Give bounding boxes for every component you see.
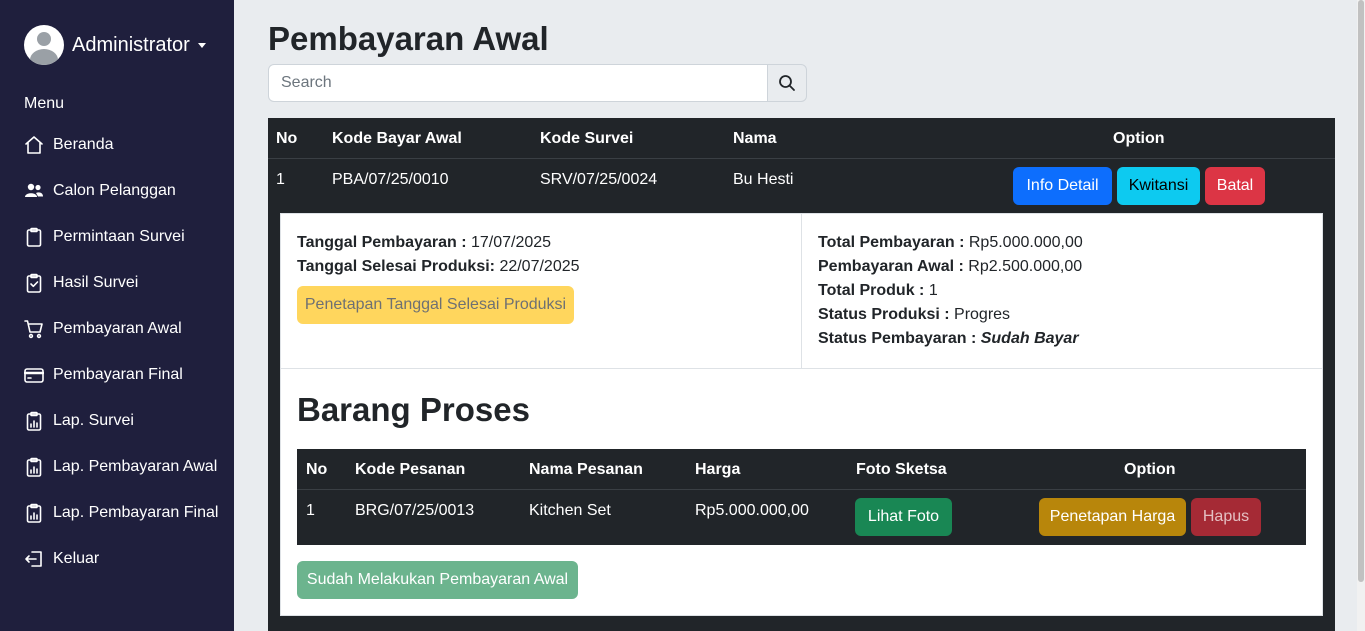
kwitansi-button[interactable]: Kwitansi [1117, 167, 1200, 205]
cell-kode-bayar-awal: PBA/07/25/0010 [332, 171, 449, 188]
column-header-kode-bayar-awal: Kode Bayar Awal [332, 130, 462, 147]
sidebar-item-beranda[interactable]: Beranda [0, 122, 234, 168]
menu-title: Menu [24, 95, 65, 112]
column-header-no: No [306, 461, 328, 478]
pembayaran-awal: Pembayaran Awal : Rp2.500.000,00 [818, 258, 1083, 275]
cell-kode-pesanan: BRG/07/25/0013 [355, 502, 475, 519]
column-header-harga: Harga [695, 461, 741, 478]
status-produksi: Status Produksi : Progres [818, 306, 1011, 323]
sidebar-item-label: Hasil Survei [53, 274, 139, 291]
credit-card-icon [24, 368, 44, 383]
scrollbar-thumb[interactable] [1358, 0, 1364, 582]
clipboard-check-icon [26, 273, 42, 293]
status-pembayaran: Status Pembayaran : Sudah Bayar [818, 330, 1079, 347]
info-detail-button[interactable]: Info Detail [1013, 167, 1112, 205]
sidebar-item-keluar[interactable]: Keluar [0, 536, 234, 582]
column-header-kode-survei: Kode Survei [540, 130, 634, 147]
column-header-nama-pesanan: Nama Pesanan [529, 461, 643, 478]
detail-panel: Tanggal Pembayaran : 17/07/2025 Tanggal … [280, 213, 1323, 616]
user-name: Administrator [72, 33, 190, 56]
search-icon [779, 75, 795, 91]
search-input[interactable] [268, 64, 768, 102]
column-header-nama: Nama [733, 130, 777, 147]
sidebar-item-pembayaran-final[interactable]: Pembayaran Final [0, 352, 234, 398]
search-button[interactable] [768, 64, 807, 102]
hapus-button[interactable]: Hapus [1191, 498, 1261, 536]
cell-no: 1 [306, 502, 315, 519]
detail-summary: Total Pembayaran : Rp5.000.000,00 Pembay… [802, 214, 1323, 368]
total-produk: Total Produk : 1 [818, 282, 938, 299]
sidebar-item-label: Calon Pelanggan [53, 182, 176, 199]
sidebar-item-label: Lap. Pembayaran Awal [53, 458, 218, 475]
search-bar [268, 64, 807, 102]
cell-harga: Rp5.000.000,00 [695, 502, 809, 519]
sidebar-item-lap-pembayaran-final[interactable]: Lap. Pembayaran Final [0, 490, 234, 536]
column-header-option: Option [1113, 130, 1165, 147]
home-icon [25, 136, 43, 154]
avatar [24, 25, 64, 65]
sidebar-item-permintaan-survei[interactable]: Permintaan Survei [0, 214, 234, 260]
sidebar-item-label: Pembayaran Final [53, 366, 183, 383]
page-title: Pembayaran Awal [268, 20, 549, 57]
batal-button[interactable]: Batal [1205, 167, 1265, 205]
confirm-pembayaran-awal-button[interactable]: Sudah Melakukan Pembayaran Awal [297, 561, 578, 599]
column-header-foto-sketsa: Foto Sketsa [856, 461, 947, 478]
penetapan-tanggal-button[interactable]: Penetapan Tanggal Selesai Produksi [297, 286, 574, 324]
sidebar: Administrator Menu Beranda Calon Pelangg… [0, 0, 234, 631]
cell-no: 1 [276, 171, 285, 188]
tanggal-selesai-produksi: Tanggal Selesai Produksi: 22/07/2025 [297, 258, 580, 275]
column-header-kode-pesanan: Kode Pesanan [355, 461, 466, 478]
sidebar-item-label: Permintaan Survei [53, 228, 185, 245]
logout-icon [25, 551, 42, 567]
cart-icon [24, 320, 43, 339]
report-icon [26, 503, 42, 523]
detail-dates: Tanggal Pembayaran : 17/07/2025 Tanggal … [281, 214, 802, 368]
sidebar-item-label: Lap. Survei [53, 412, 134, 429]
scrollbar[interactable] [1357, 0, 1365, 631]
people-icon [25, 183, 43, 197]
header-divider [268, 158, 1335, 159]
cell-nama: Bu Hesti [733, 171, 794, 188]
clipboard-icon [26, 227, 42, 247]
caret-down-icon [197, 42, 206, 48]
report-icon [26, 457, 42, 477]
pembayaran-table: No Kode Bayar Awal Kode Survei Nama Opti… [268, 118, 1335, 631]
penetapan-harga-button[interactable]: Penetapan Harga [1039, 498, 1186, 536]
sidebar-item-lap-survei[interactable]: Lap. Survei [0, 398, 234, 444]
sidebar-item-label: Lap. Pembayaran Final [53, 504, 219, 521]
cell-kode-survei: SRV/07/25/0024 [540, 171, 658, 188]
column-header-option: Option [1124, 461, 1176, 478]
section-divider [281, 368, 1322, 369]
header-divider [297, 489, 1306, 490]
column-header-no: No [276, 130, 298, 147]
barang-table: No Kode Pesanan Nama Pesanan Harga Foto … [297, 449, 1306, 545]
report-icon [26, 411, 42, 431]
sidebar-item-hasil-survei[interactable]: Hasil Survei [0, 260, 234, 306]
total-pembayaran: Total Pembayaran : Rp5.000.000,00 [818, 234, 1083, 251]
sidebar-nav: Beranda Calon Pelanggan Permintaan Surve… [0, 122, 234, 582]
tanggal-pembayaran: Tanggal Pembayaran : 17/07/2025 [297, 234, 552, 251]
sidebar-item-label: Pembayaran Awal [53, 320, 182, 337]
barang-proses-title: Barang Proses [297, 391, 530, 428]
cell-nama-pesanan: Kitchen Set [529, 502, 611, 519]
sidebar-item-lap-pembayaran-awal[interactable]: Lap. Pembayaran Awal [0, 444, 234, 490]
sidebar-item-calon-pelanggan[interactable]: Calon Pelanggan [0, 168, 234, 214]
sidebar-item-label: Beranda [53, 136, 114, 153]
sidebar-item-pembayaran-awal[interactable]: Pembayaran Awal [0, 306, 234, 352]
user-dropdown[interactable]: Administrator [24, 25, 206, 65]
lihat-foto-button[interactable]: Lihat Foto [855, 498, 952, 536]
sidebar-item-label: Keluar [53, 550, 100, 567]
